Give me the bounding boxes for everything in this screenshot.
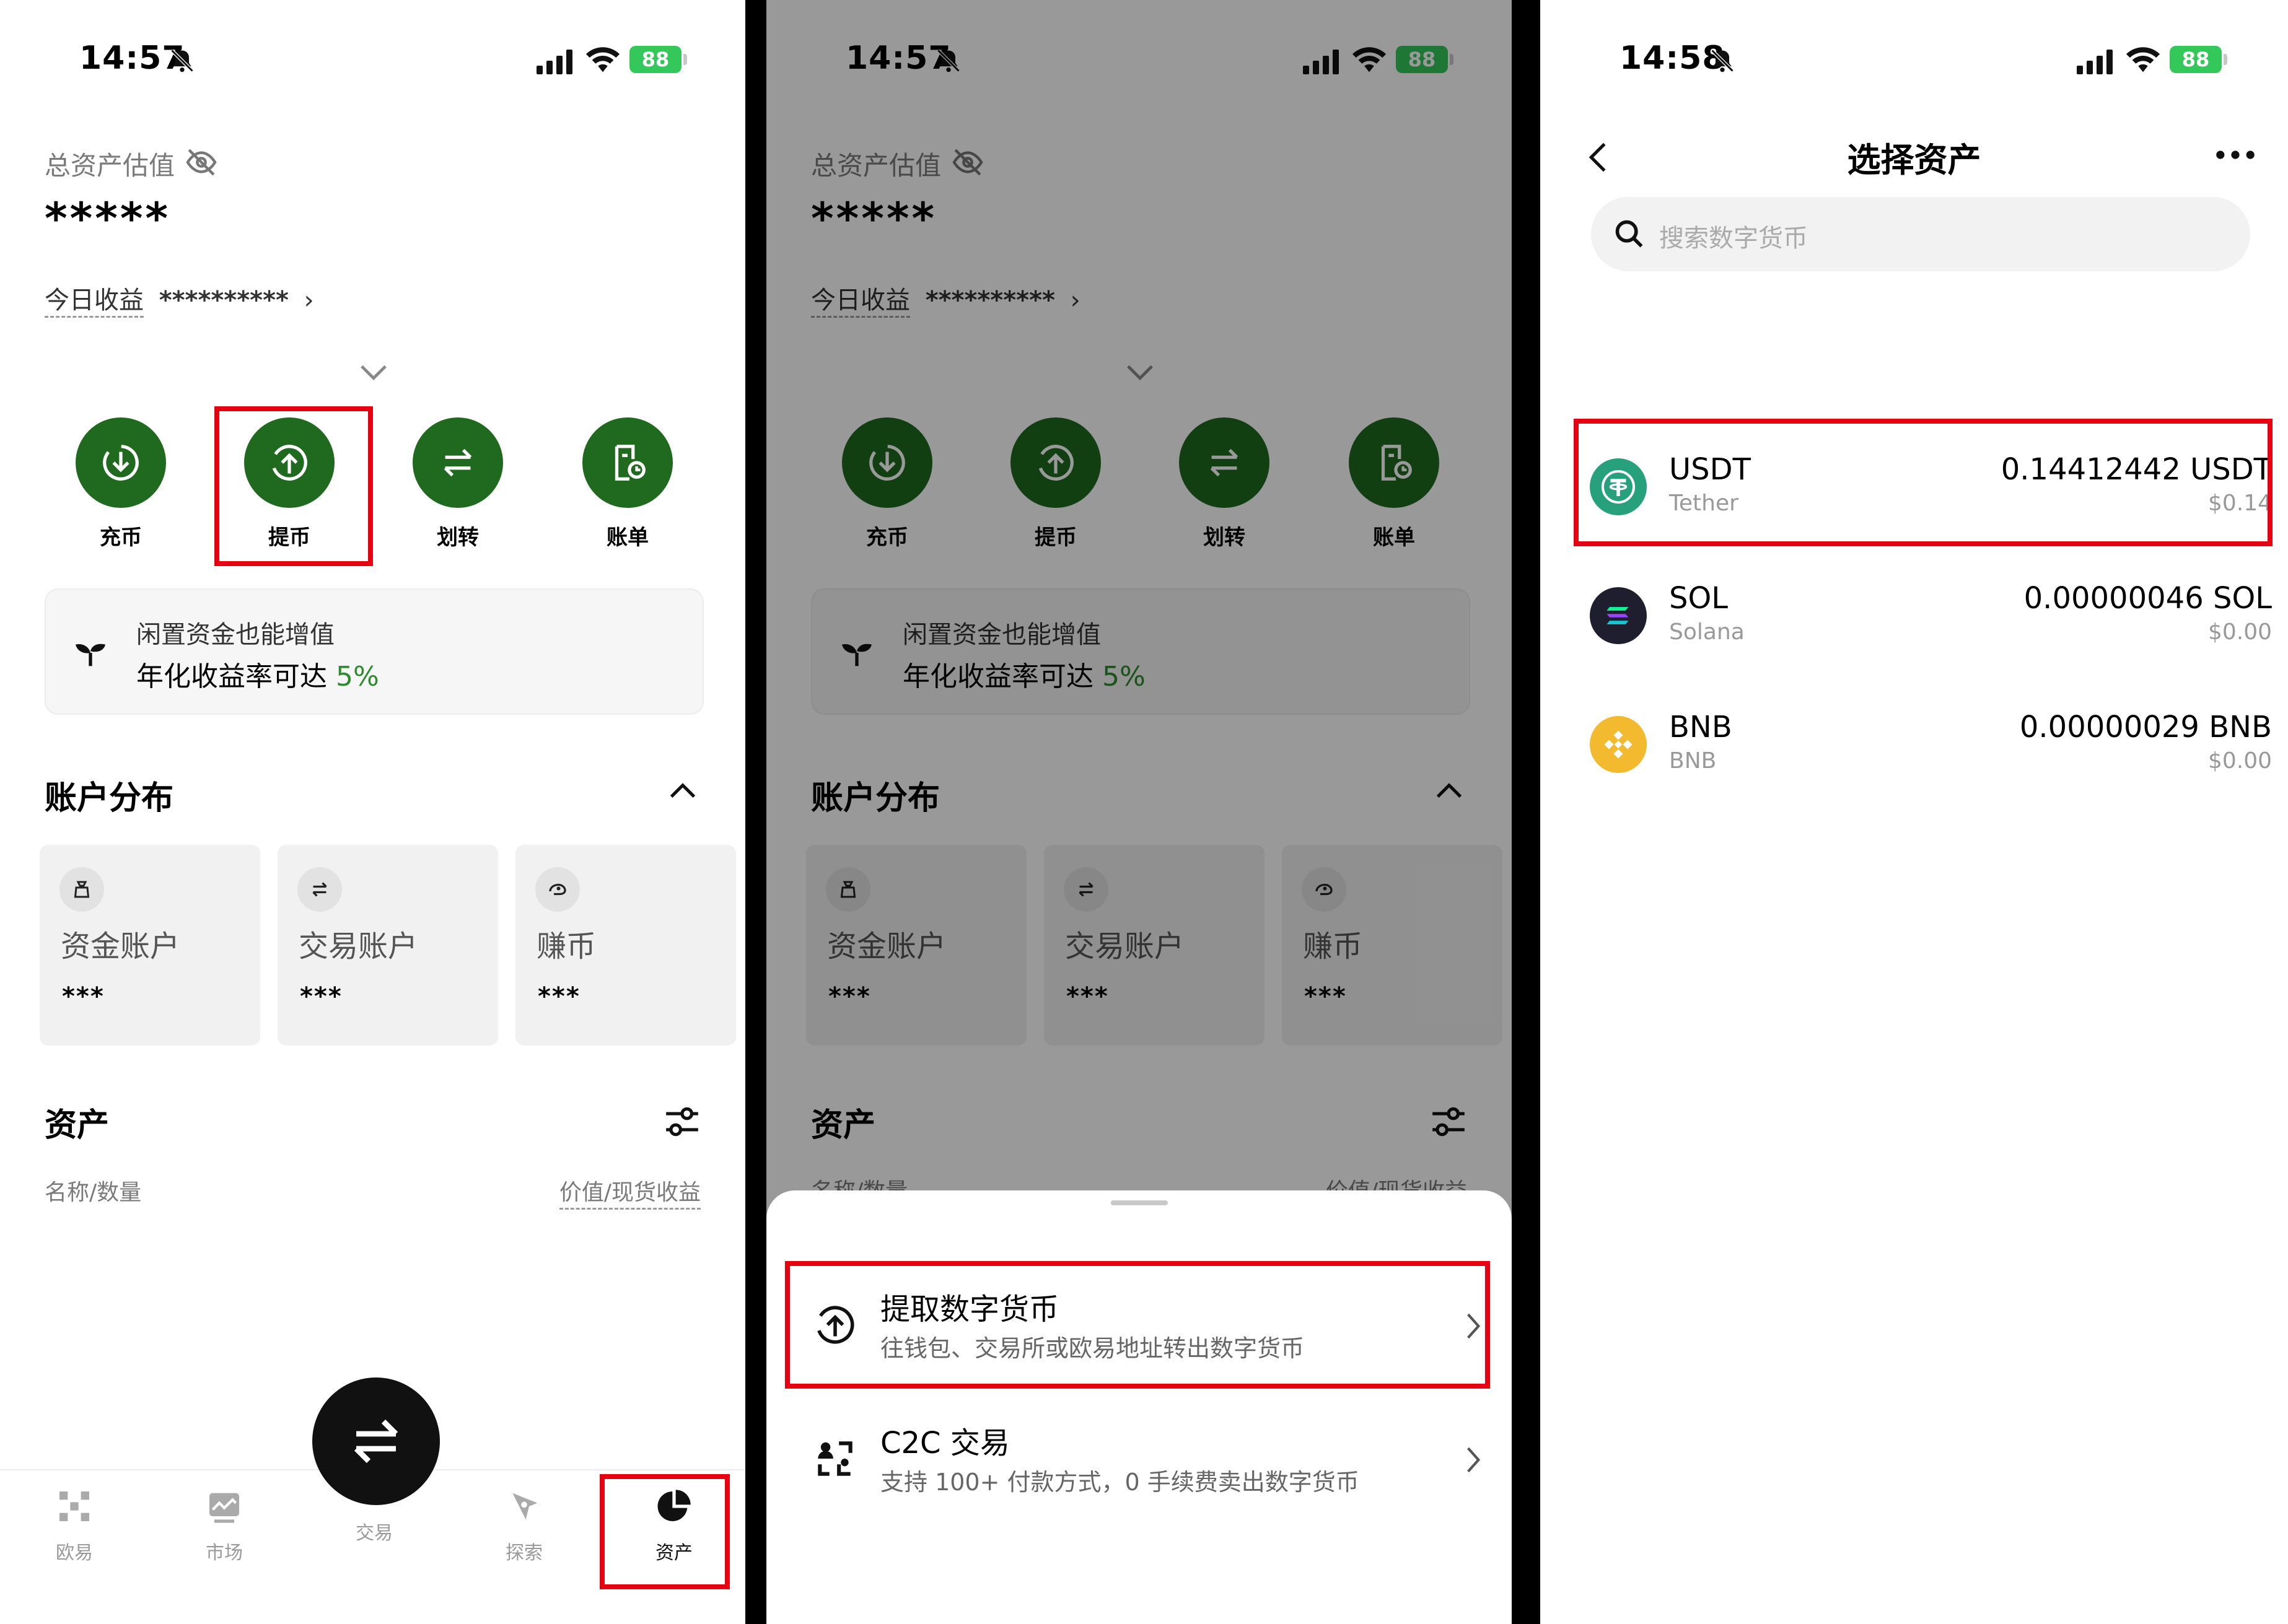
tab-trade[interactable]: 交易 — [312, 1377, 440, 1545]
total-assets-label: 总资产估值 — [45, 151, 175, 181]
promo-line2-prefix: 年化收益率可达 — [136, 661, 336, 692]
account-name: 资金账户 — [61, 929, 180, 964]
search-placeholder: 搜索数字货币 — [1659, 224, 1808, 253]
explore-icon — [512, 1493, 538, 1520]
accounts-title: 账户分布 — [45, 780, 174, 817]
earn-promo-banner[interactable]: 闲置资金也能增值 年化收益率可达 5% — [45, 588, 704, 715]
transfer-icon — [444, 448, 472, 477]
promo-rate: 5% — [336, 661, 379, 692]
total-assets-value: ***** — [45, 193, 171, 244]
tab-explore[interactable]: 探索 — [462, 1486, 586, 1565]
funding-account-card[interactable]: 资金账户 *** — [40, 845, 260, 1046]
solana-coin-icon — [1590, 587, 1647, 644]
trading-account-card[interactable]: 交易账户 *** — [278, 845, 498, 1046]
account-value: *** — [300, 982, 343, 1011]
filter-sliders-icon[interactable] — [663, 1105, 701, 1138]
wifi-icon — [585, 47, 620, 72]
tab-okx[interactable]: 欧易 — [12, 1486, 136, 1565]
eye-hidden-icon[interactable] — [185, 149, 218, 176]
tab-label: 欧易 — [56, 1542, 93, 1564]
highlight-usdt-row — [1574, 419, 2273, 546]
deposit-button[interactable]: 充币 — [74, 417, 167, 551]
search-input[interactable]: 搜索数字货币 — [1591, 197, 2250, 271]
c2c-trade-option[interactable]: C2C 交易 支持 100+ 付款方式，0 手续费卖出数字货币 — [787, 1401, 1494, 1522]
promo-line2: 年化收益率可达 5% — [136, 654, 379, 694]
bell-muted-icon — [170, 49, 194, 72]
transfer-button[interactable]: 划转 — [411, 417, 504, 551]
account-name: 交易账户 — [299, 929, 418, 964]
bnb-coin-icon — [1590, 716, 1647, 773]
chevron-down-icon[interactable] — [359, 363, 388, 382]
deposit-icon — [103, 445, 139, 481]
bell-muted-icon — [1711, 49, 1734, 72]
battery-indicator: 88 — [2170, 46, 2227, 73]
earn-account-card[interactable]: 赚币 *** — [515, 845, 736, 1046]
assets-screen: 14:57 88 总资产估值 ***** 今日收益 ********** › 充… — [0, 0, 745, 1624]
assets-title: 资产 — [45, 1107, 110, 1144]
tab-label: 市场 — [206, 1542, 243, 1564]
search-icon — [1615, 220, 1643, 248]
coin-usd-value: $0.00 — [2207, 619, 2272, 645]
deposit-label: 充币 — [100, 525, 142, 550]
chevron-up-icon[interactable] — [669, 782, 696, 800]
chevron-right-icon: › — [304, 286, 314, 315]
promo-line1: 闲置资金也能增值 — [136, 621, 335, 649]
bill-button[interactable]: 账单 — [581, 417, 674, 551]
account-value: *** — [62, 982, 105, 1011]
tab-label: 探索 — [506, 1542, 543, 1564]
coin-amount: 0.00000029 BNB — [2019, 710, 2272, 744]
sheet-handle[interactable] — [1111, 1200, 1168, 1205]
earn-icon — [549, 883, 566, 896]
coin-amount: 0.00000046 SOL — [2023, 581, 2272, 616]
account-name: 赚币 — [537, 929, 597, 964]
cellular-signal-icon — [537, 50, 572, 74]
status-bar: 14:58 88 — [1540, 37, 2288, 87]
coin-symbol: BNB — [1669, 710, 1732, 744]
today-pnl-row[interactable]: 今日收益 ********** › — [45, 280, 314, 318]
okx-logo-icon — [59, 1491, 89, 1521]
coin-usd-value: $0.00 — [2207, 748, 2272, 774]
coin-symbol: SOL — [1669, 581, 1728, 616]
trade-swap-icon — [354, 1419, 398, 1464]
account-value: *** — [538, 982, 581, 1011]
asset-row-bnb[interactable]: BNB BNB 0.00000029 BNB $0.00 — [1540, 679, 2288, 803]
sprout-icon — [76, 644, 105, 666]
bag-icon — [74, 881, 90, 898]
highlight-assets-tab — [600, 1474, 730, 1589]
bill-label: 账单 — [607, 525, 649, 550]
withdraw-sheet-screen: 14:57 88 总资产估值 ***** 今日收益 ********** › 充… — [766, 0, 1512, 1624]
status-bar: 14:57 88 — [0, 37, 745, 87]
asset-row-sol[interactable]: SOL Solana 0.00000046 SOL $0.00 — [1540, 550, 2288, 674]
transfer-label: 划转 — [437, 525, 479, 550]
c2c-users-icon — [818, 1441, 853, 1476]
bill-icon — [615, 445, 646, 481]
col-name-qty: 名称/数量 — [45, 1180, 142, 1205]
tab-market[interactable]: 市场 — [162, 1486, 286, 1565]
wifi-icon — [2126, 47, 2160, 72]
market-chart-icon — [209, 1493, 239, 1523]
today-pnl-value: ********** — [159, 286, 289, 315]
swap-icon — [312, 882, 327, 897]
col-value-pnl[interactable]: 价值/现货收益 — [559, 1174, 701, 1210]
today-pnl-label: 今日收益 — [45, 286, 144, 318]
option-desc: 支持 100+ 付款方式，0 手续费卖出数字货币 — [880, 1469, 1359, 1496]
highlight-withdraw — [214, 406, 373, 566]
page-title: 选择资产 — [1847, 141, 1981, 180]
coin-name: Solana — [1669, 619, 1745, 645]
coin-name: BNB — [1669, 748, 1717, 774]
more-options-icon[interactable] — [2215, 149, 2256, 161]
tab-label: 交易 — [356, 1522, 393, 1544]
chevron-right-icon — [1467, 1447, 1481, 1473]
cellular-signal-icon — [2077, 50, 2113, 74]
select-asset-screen: 14:58 88 选择资产 搜索数字货币 USDT Tether 0.14412… — [1540, 0, 2288, 1624]
highlight-withdraw-option — [785, 1261, 1490, 1389]
option-title: C2C 交易 — [880, 1426, 1010, 1460]
withdraw-options-sheet: 提取数字货币 往钱包、交易所或欧易地址转出数字货币 C2C 交易 支持 100+… — [766, 1190, 1512, 1624]
battery-indicator: 88 — [629, 46, 687, 73]
